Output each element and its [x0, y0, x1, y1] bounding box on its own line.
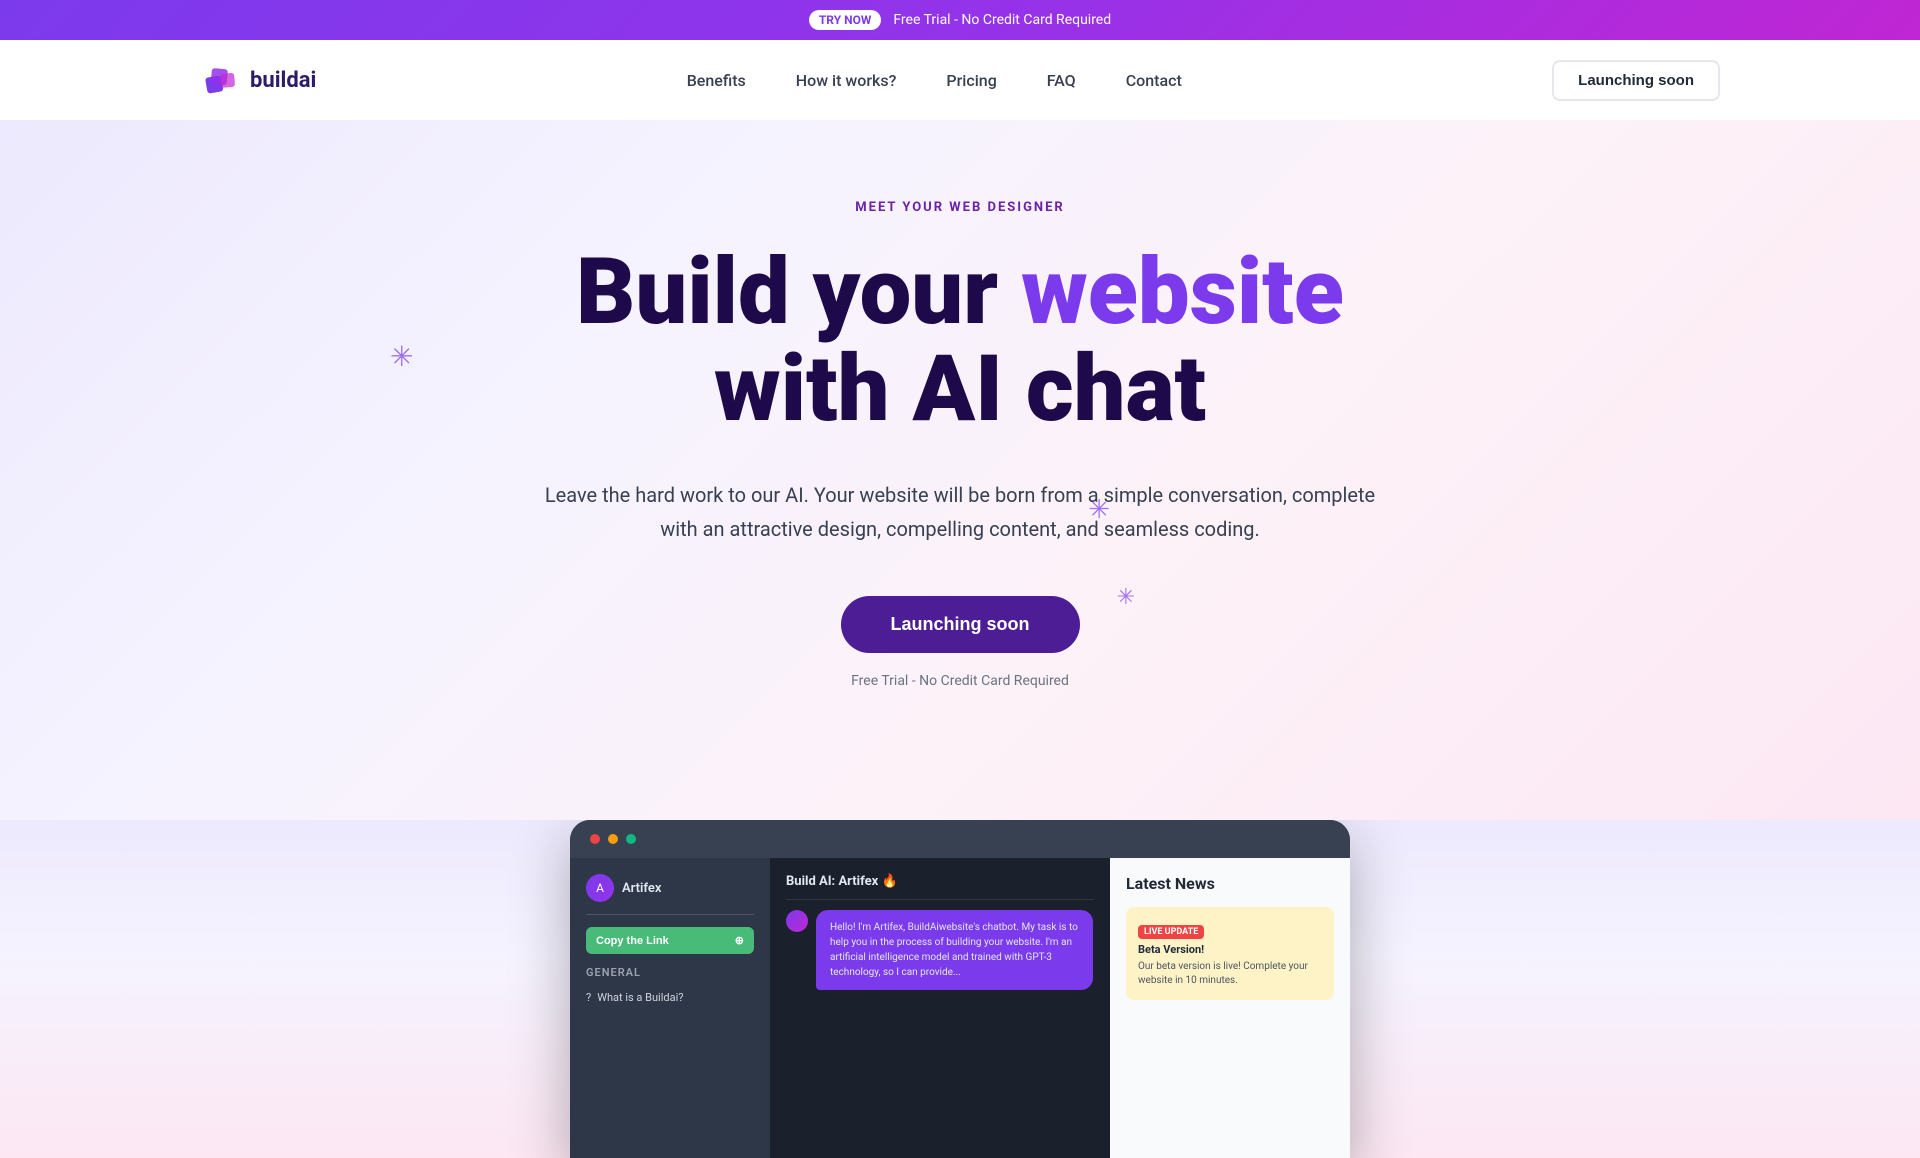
news-card: LIVE UPDATE Beta Version! Our beta versi… [1126, 907, 1334, 1000]
nav-benefits[interactable]: Benefits [687, 71, 746, 90]
news-card-title: Beta Version! [1138, 943, 1322, 956]
copy-link-label: Copy the Link [596, 935, 669, 947]
chat-bubble: Hello! I'm Artifex, BuildAiwebsite's cha… [816, 910, 1093, 990]
nav-contact[interactable]: Contact [1126, 71, 1182, 90]
nav-faq[interactable]: FAQ [1047, 71, 1076, 90]
decoration-plus-1: ✳ [390, 340, 413, 373]
chat-avatar [786, 910, 808, 932]
sidebar-name: Artifex [622, 881, 661, 896]
nav-pricing[interactable]: Pricing [946, 71, 996, 90]
sidebar-header: A Artifex [586, 874, 754, 915]
hero-title-part1: Build your [576, 239, 1021, 346]
navbar-cta-button[interactable]: Launching soon [1552, 60, 1720, 101]
right-panel-title: Latest News [1126, 874, 1334, 893]
hero-section: ✳ ✳ ✳ MEET YOUR WEB DESIGNER Build your … [0, 120, 1920, 820]
right-panel: Latest News LIVE UPDATE Beta Version! Ou… [1110, 858, 1350, 1158]
chat-message: Hello! I'm Artifex, BuildAiwebsite's cha… [786, 910, 1094, 990]
navbar: buildai Benefits How it works? Pricing F… [0, 40, 1920, 120]
question-text: What is a Buildai? [597, 991, 683, 1004]
window-maximize-dot [626, 834, 636, 844]
copy-link-button[interactable]: Copy the Link ⊕ [586, 927, 754, 954]
sidebar-section-label: General [586, 966, 754, 979]
hero-title-purple: website [1021, 239, 1344, 346]
top-banner: TRY NOW Free Trial - No Credit Card Requ… [0, 0, 1920, 40]
app-sidebar: A Artifex Copy the Link ⊕ General ? What… [570, 858, 770, 1158]
sidebar-question-item[interactable]: ? What is a Buildai? [586, 991, 754, 1004]
banner-description: Free Trial - No Credit Card Required [893, 12, 1111, 28]
try-now-badge[interactable]: TRY NOW [809, 10, 882, 30]
news-badge: LIVE UPDATE [1138, 925, 1204, 939]
hero-subtitle: MEET YOUR WEB DESIGNER [855, 200, 1065, 215]
hero-cta-button[interactable]: Launching soon [841, 596, 1080, 653]
window-close-dot [590, 834, 600, 844]
logo[interactable]: buildai [200, 60, 316, 100]
chat-text: Hello! I'm Artifex, BuildAiwebsite's cha… [830, 920, 1079, 980]
decoration-plus-3: ✳ [1117, 585, 1135, 610]
decoration-plus-2: ✳ [1088, 495, 1110, 525]
sidebar-avatar-letter: A [596, 881, 604, 895]
sidebar-avatar: A [586, 874, 614, 902]
hero-description: Leave the hard work to our AI. Your webs… [530, 478, 1390, 546]
hero-title: Build your website with AI chat [576, 245, 1344, 438]
chat-area: Build AI: Artifex 🔥 Hello! I'm Artifex, … [770, 858, 1110, 1158]
app-body: A Artifex Copy the Link ⊕ General ? What… [570, 858, 1350, 1158]
app-preview-section: A Artifex Copy the Link ⊕ General ? What… [0, 820, 1920, 1158]
question-icon: ? [586, 991, 591, 1004]
nav-links: Benefits How it works? Pricing FAQ Conta… [687, 71, 1182, 90]
logo-text: buildai [250, 68, 316, 93]
app-preview-window: A Artifex Copy the Link ⊕ General ? What… [570, 820, 1350, 1158]
app-window-header [570, 820, 1350, 858]
chat-header: Build AI: Artifex 🔥 [786, 874, 1094, 900]
copy-link-icon: ⊕ [735, 934, 744, 947]
logo-icon [200, 60, 240, 100]
nav-how-it-works[interactable]: How it works? [796, 71, 897, 90]
hero-free-trial: Free Trial - No Credit Card Required [851, 673, 1069, 689]
hero-title-part2: with AI chat [714, 336, 1206, 443]
window-minimize-dot [608, 834, 618, 844]
news-card-text: Our beta version is live! Complete your … [1138, 960, 1322, 988]
